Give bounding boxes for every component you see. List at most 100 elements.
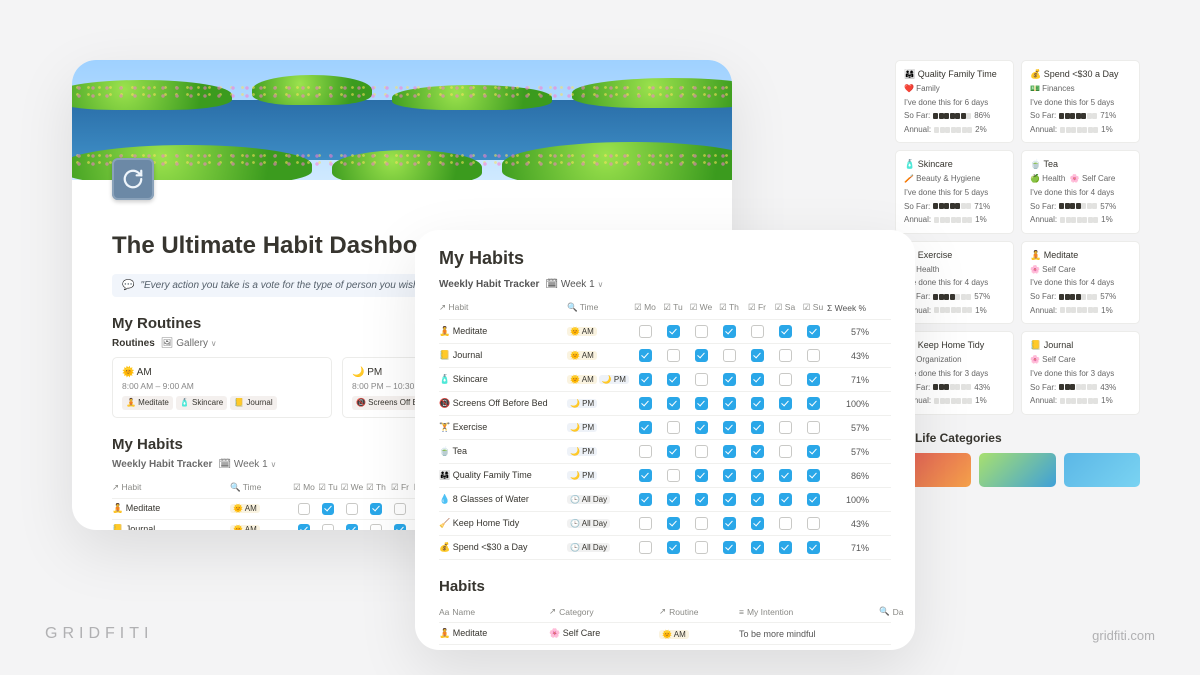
day-checkbox[interactable] xyxy=(799,421,827,434)
day-checkbox[interactable] xyxy=(771,373,799,386)
habit-row[interactable]: 🍵 Tea 🌙 PM 57% xyxy=(439,440,891,464)
day-checkbox[interactable] xyxy=(715,397,743,410)
day-checkbox[interactable] xyxy=(687,349,715,362)
week-selector-front[interactable]: 🗓 Week 1 ∨ xyxy=(545,279,603,290)
day-checkbox[interactable] xyxy=(631,541,659,554)
day-checkbox[interactable] xyxy=(292,524,316,530)
day-checkbox[interactable] xyxy=(743,397,771,410)
detail-row[interactable]: 📒 Journal 🌸 Self Care 🌞 AM To have an ou… xyxy=(439,645,891,650)
day-checkbox[interactable] xyxy=(687,469,715,482)
habit-row[interactable]: 🧹 Keep Home Tidy 🕒 All Day 43% xyxy=(439,512,891,536)
day-checkbox[interactable] xyxy=(743,541,771,554)
day-checkbox[interactable] xyxy=(743,493,771,506)
day-checkbox[interactable] xyxy=(715,421,743,434)
day-checkbox[interactable] xyxy=(631,373,659,386)
day-checkbox[interactable] xyxy=(799,493,827,506)
day-checkbox[interactable] xyxy=(659,469,687,482)
week-selector[interactable]: 🗓 Week 1 ∨ xyxy=(218,459,276,470)
tab-routines[interactable]: Routines xyxy=(112,338,155,349)
day-checkbox[interactable] xyxy=(659,349,687,362)
day-checkbox[interactable] xyxy=(631,493,659,506)
day-checkbox[interactable] xyxy=(715,493,743,506)
day-checkbox[interactable] xyxy=(771,445,799,458)
day-checkbox[interactable] xyxy=(659,517,687,530)
stat-card[interactable]: 🧴 Skincare 🪥 Beauty & Hygiene I've done … xyxy=(895,150,1014,233)
day-checkbox[interactable] xyxy=(799,397,827,410)
day-checkbox[interactable] xyxy=(799,469,827,482)
day-checkbox[interactable] xyxy=(715,349,743,362)
habit-row[interactable]: 🏋️ Exercise 🌙 PM 57% xyxy=(439,416,891,440)
routine-card[interactable]: 🌞 AM 8:00 AM – 9:00 AM 🧘 Meditate🧴 Skinc… xyxy=(112,357,332,418)
day-checkbox[interactable] xyxy=(659,493,687,506)
day-checkbox[interactable] xyxy=(743,325,771,338)
detail-row[interactable]: 🧘 Meditate 🌸 Self Care 🌞 AM To be more m… xyxy=(439,623,891,645)
day-checkbox[interactable] xyxy=(743,349,771,362)
stat-card[interactable]: 🍵 Tea 🍏 Health 🌸 Self Care I've done thi… xyxy=(1021,150,1140,233)
day-checkbox[interactable] xyxy=(715,469,743,482)
stat-card[interactable]: 👨‍👩‍👧 Quality Family Time ❤️ Family I've… xyxy=(895,60,1014,143)
view-gallery[interactable]: 🖼 Gallery ∨ xyxy=(161,338,217,349)
day-checkbox[interactable] xyxy=(687,493,715,506)
day-checkbox[interactable] xyxy=(743,517,771,530)
day-checkbox[interactable] xyxy=(659,445,687,458)
stat-card[interactable]: 💰 Spend <$30 a Day 💵 Finances I've done … xyxy=(1021,60,1140,143)
stat-card[interactable]: 🧘 Meditate 🌸 Self Care I've done this fo… xyxy=(1021,241,1140,324)
day-checkbox[interactable] xyxy=(743,445,771,458)
day-checkbox[interactable] xyxy=(799,445,827,458)
life-category-thumb[interactable] xyxy=(979,453,1055,487)
day-checkbox[interactable] xyxy=(715,445,743,458)
habit-row[interactable]: 👨‍👩‍👧 Quality Family Time 🌙 PM 86% xyxy=(439,464,891,488)
day-checkbox[interactable] xyxy=(715,325,743,338)
page-icon-refresh[interactable] xyxy=(112,158,154,200)
day-checkbox[interactable] xyxy=(659,397,687,410)
day-checkbox[interactable] xyxy=(659,373,687,386)
day-checkbox[interactable] xyxy=(364,524,388,530)
day-checkbox[interactable] xyxy=(364,503,388,515)
day-checkbox[interactable] xyxy=(743,373,771,386)
day-checkbox[interactable] xyxy=(687,541,715,554)
day-checkbox[interactable] xyxy=(771,349,799,362)
life-category-thumb[interactable] xyxy=(1064,453,1140,487)
day-checkbox[interactable] xyxy=(799,373,827,386)
habit-row[interactable]: 💰 Spend <$30 a Day 🕒 All Day 71% xyxy=(439,536,891,560)
day-checkbox[interactable] xyxy=(340,503,364,515)
day-checkbox[interactable] xyxy=(771,517,799,530)
stat-card[interactable]: 📒 Journal 🌸 Self Care I've done this for… xyxy=(1021,331,1140,414)
day-checkbox[interactable] xyxy=(631,469,659,482)
day-checkbox[interactable] xyxy=(771,421,799,434)
day-checkbox[interactable] xyxy=(687,325,715,338)
day-checkbox[interactable] xyxy=(631,517,659,530)
day-checkbox[interactable] xyxy=(771,493,799,506)
day-checkbox[interactable] xyxy=(771,325,799,338)
day-checkbox[interactable] xyxy=(340,524,364,530)
day-checkbox[interactable] xyxy=(659,421,687,434)
day-checkbox[interactable] xyxy=(799,325,827,338)
day-checkbox[interactable] xyxy=(799,349,827,362)
day-checkbox[interactable] xyxy=(687,421,715,434)
day-checkbox[interactable] xyxy=(743,469,771,482)
day-checkbox[interactable] xyxy=(631,397,659,410)
day-checkbox[interactable] xyxy=(771,469,799,482)
habit-row[interactable]: 📵 Screens Off Before Bed 🌙 PM 100% xyxy=(439,392,891,416)
day-checkbox[interactable] xyxy=(316,503,340,515)
day-checkbox[interactable] xyxy=(687,397,715,410)
day-checkbox[interactable] xyxy=(388,524,412,530)
day-checkbox[interactable] xyxy=(659,325,687,338)
habit-row[interactable]: 📒 Journal 🌞 AM 43% xyxy=(439,344,891,368)
day-checkbox[interactable] xyxy=(715,517,743,530)
day-checkbox[interactable] xyxy=(631,325,659,338)
day-checkbox[interactable] xyxy=(799,541,827,554)
day-checkbox[interactable] xyxy=(715,373,743,386)
day-checkbox[interactable] xyxy=(771,541,799,554)
habit-row[interactable]: 🧘 Meditate 🌞 AM 57% xyxy=(439,320,891,344)
day-checkbox[interactable] xyxy=(316,524,340,530)
day-checkbox[interactable] xyxy=(388,503,412,515)
day-checkbox[interactable] xyxy=(771,397,799,410)
habit-row[interactable]: 🧴 Skincare 🌞 AM 🌙 PM 71% xyxy=(439,368,891,392)
day-checkbox[interactable] xyxy=(631,421,659,434)
day-checkbox[interactable] xyxy=(292,503,316,515)
day-checkbox[interactable] xyxy=(631,445,659,458)
day-checkbox[interactable] xyxy=(631,349,659,362)
habit-row[interactable]: 💧 8 Glasses of Water 🕒 All Day 100% xyxy=(439,488,891,512)
day-checkbox[interactable] xyxy=(687,445,715,458)
